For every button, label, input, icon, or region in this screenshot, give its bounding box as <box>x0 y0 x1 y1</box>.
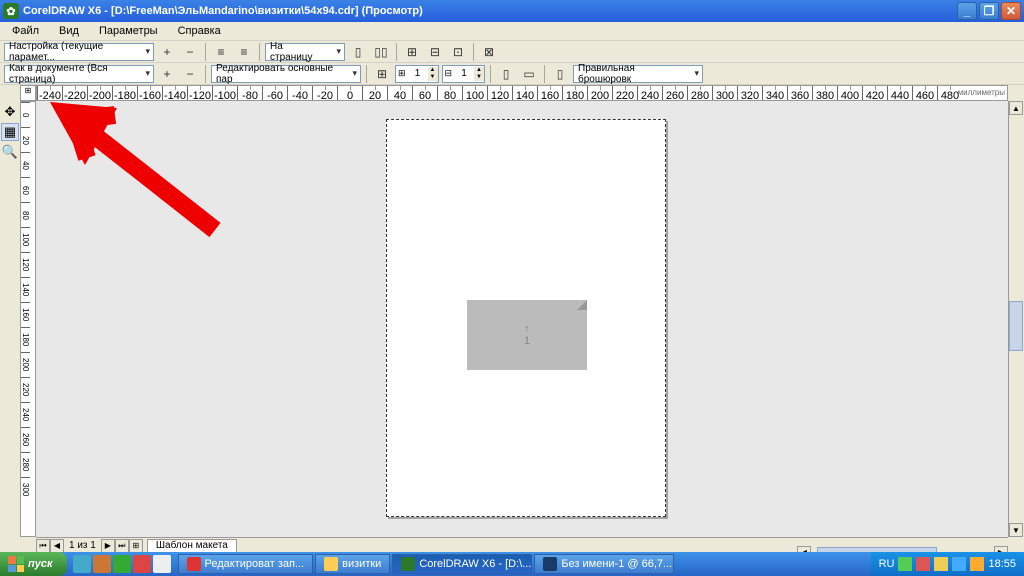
taskbar-task[interactable]: Без имени-1 @ 66,7... <box>534 554 674 574</box>
tool-panel: ✥ ▦ 🔍 <box>0 101 20 537</box>
menu-options[interactable]: Параметры <box>93 24 164 38</box>
ql-app4-icon[interactable] <box>153 555 171 573</box>
tray-icon-4[interactable] <box>952 557 966 571</box>
booklet-icon[interactable]: ▯ <box>550 64 570 84</box>
options-1-icon[interactable]: ⊞ <box>402 42 422 62</box>
scroll-up-button[interactable]: ▲ <box>1009 101 1023 115</box>
scroll-down-button[interactable]: ▼ <box>1009 523 1023 537</box>
add-page-button[interactable]: ⊞ <box>129 539 143 553</box>
last-page-button[interactable]: ⏭ <box>115 539 129 553</box>
add-preset-button[interactable]: + <box>157 42 177 62</box>
options-3-icon[interactable]: ⊡ <box>448 42 468 62</box>
align-left-icon[interactable]: ≡ <box>211 42 231 62</box>
tray-icon-5[interactable] <box>970 557 984 571</box>
ql-ie-icon[interactable] <box>73 555 91 573</box>
pick-tool[interactable]: ✥ <box>1 103 19 121</box>
start-button[interactable]: пуск <box>0 552 67 576</box>
tray-icon-1[interactable] <box>898 557 912 571</box>
toolbar-1: Настройка (текущие парамет... + − ≡ ≡ На… <box>0 41 1024 63</box>
page-mode-dropdown[interactable]: На страницу <box>265 43 345 61</box>
add-button[interactable]: + <box>157 64 177 84</box>
taskbar-task[interactable]: Редактироват зап... <box>178 554 314 574</box>
system-tray: RU 18:55 <box>871 552 1024 576</box>
zoom-tool[interactable]: 🔍 <box>1 143 19 161</box>
options-2-icon[interactable]: ⊟ <box>425 42 445 62</box>
edit-mode-dropdown[interactable]: Редактировать основные пар <box>211 65 361 83</box>
task-icon <box>187 557 201 571</box>
binding-dropdown[interactable]: Правильная брошюровк <box>573 65 703 83</box>
remove-preset-button[interactable]: − <box>180 42 200 62</box>
preset-dropdown[interactable]: Настройка (текущие парамет... <box>4 43 154 61</box>
task-icon <box>324 557 338 571</box>
vertical-scrollbar[interactable]: ▲ ▼ <box>1008 101 1024 537</box>
menubar: Файл Вид Параметры Справка <box>0 22 1024 41</box>
page-number: 1 <box>524 335 530 347</box>
cols-input[interactable] <box>454 68 474 79</box>
vertical-ruler: 0204060801001201401601802002202402602803… <box>20 101 36 537</box>
grid-icon[interactable]: ⊞ <box>372 64 392 84</box>
rows-spinner[interactable]: ⊞ ▲▼ <box>395 65 439 83</box>
page-preview: ↑ 1 <box>386 119 666 517</box>
first-page-button[interactable]: ⏮ <box>36 539 50 553</box>
toolbar-2: Как в документе (Вся страница) + − Редак… <box>0 63 1024 85</box>
layout-2-icon[interactable]: ▭ <box>519 64 539 84</box>
horizontal-ruler: -240-220-200-180-160-140-120-100-80-60-4… <box>36 85 1008 101</box>
titlebar: ✿ CorelDRAW X6 - [D:\FreeMan\ЭльМandarin… <box>0 0 1024 22</box>
taskbar-task[interactable]: визитки <box>315 554 390 574</box>
page-navigator: ⏮ ◀ 1 из 1 ▶ ⏭ ⊞ Шаблон макета ◀ ▶ <box>36 537 1008 553</box>
ql-app1-icon[interactable] <box>93 555 111 573</box>
layout-tab[interactable]: Шаблон макета <box>147 539 237 553</box>
close-button[interactable]: ✕ <box>1001 2 1021 20</box>
windows-logo-icon <box>8 556 24 572</box>
canvas[interactable]: ↑ 1 <box>36 101 1008 537</box>
window-title: CorelDRAW X6 - [D:\FreeMan\ЭльМandarino\… <box>23 5 957 17</box>
up-arrow-icon: ↑ <box>524 323 530 335</box>
tray-icon-3[interactable] <box>934 557 948 571</box>
app-icon: ✿ <box>3 3 19 19</box>
taskbar-task[interactable]: CorelDRAW X6 - [D:\... <box>392 554 532 574</box>
prev-page-button[interactable]: ◀ <box>50 539 64 553</box>
maximize-button[interactable]: ❐ <box>979 2 999 20</box>
imposition-tool[interactable]: ▦ <box>1 123 19 141</box>
ql-app3-icon[interactable] <box>133 555 151 573</box>
rows-input[interactable] <box>408 68 428 79</box>
quick-launch <box>67 555 177 573</box>
next-page-button[interactable]: ▶ <box>101 539 115 553</box>
align-right-icon[interactable]: ≡ <box>234 42 254 62</box>
close-preview-icon[interactable]: ⊠ <box>479 42 499 62</box>
clock[interactable]: 18:55 <box>988 558 1016 570</box>
scroll-thumb[interactable] <box>1009 301 1023 351</box>
task-icon <box>401 557 415 571</box>
layout-1-icon[interactable]: ▯ <box>496 64 516 84</box>
single-page-icon[interactable]: ▯ <box>348 42 368 62</box>
doc-mode-dropdown[interactable]: Как в документе (Вся страница) <box>4 65 154 83</box>
task-icon <box>543 557 557 571</box>
remove-button[interactable]: − <box>180 64 200 84</box>
page-placeholder: ↑ 1 <box>467 300 587 370</box>
taskbar: пуск Редактироват зап...визиткиCorelDRAW… <box>0 552 1024 576</box>
facing-pages-icon[interactable]: ▯▯ <box>371 42 391 62</box>
tray-icon-2[interactable] <box>916 557 930 571</box>
cols-spinner[interactable]: ⊟ ▲▼ <box>442 65 486 83</box>
minimize-button[interactable]: _ <box>957 2 977 20</box>
page-counter: 1 из 1 <box>64 540 101 551</box>
menu-help[interactable]: Справка <box>172 24 227 38</box>
ql-app2-icon[interactable] <box>113 555 131 573</box>
menu-file[interactable]: Файл <box>6 24 45 38</box>
language-indicator[interactable]: RU <box>879 558 895 570</box>
menu-view[interactable]: Вид <box>53 24 85 38</box>
